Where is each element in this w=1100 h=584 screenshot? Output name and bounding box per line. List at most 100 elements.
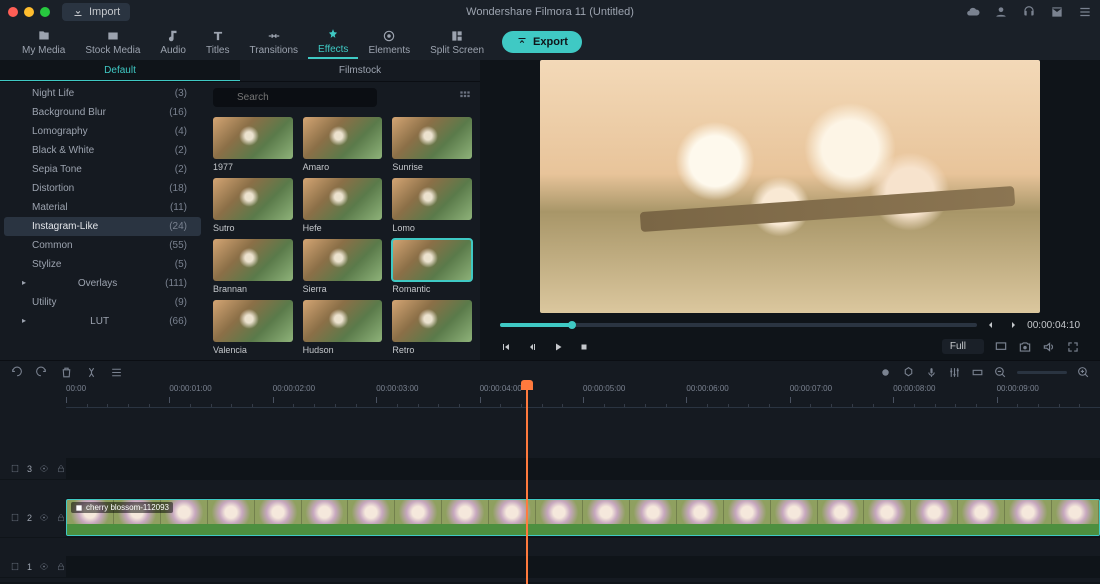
- effect-valencia[interactable]: Valencia: [213, 300, 293, 355]
- mic-icon[interactable]: [925, 366, 938, 379]
- tab-elements[interactable]: Elements: [358, 27, 420, 58]
- category-material[interactable]: Material(11): [4, 198, 201, 217]
- effect-sunrise[interactable]: Sunrise: [392, 117, 472, 172]
- timecode: 00:00:04:10: [1027, 320, 1080, 331]
- tab-titles[interactable]: Titles: [196, 27, 240, 58]
- cloud-icon[interactable]: [966, 5, 980, 19]
- eye-icon[interactable]: [39, 561, 49, 572]
- play-button[interactable]: [552, 341, 564, 353]
- category-common[interactable]: Common(55): [4, 236, 201, 255]
- preview-video[interactable]: [540, 60, 1040, 313]
- playhead[interactable]: [526, 384, 528, 584]
- effects-panel: Default Filmstock Night Life(3)Backgroun…: [0, 60, 480, 360]
- category-black-&-white[interactable]: Black & White(2): [4, 141, 201, 160]
- list-icon[interactable]: [110, 366, 123, 379]
- ruler-tick: 00:00:05:00: [583, 384, 625, 393]
- tab-my-media[interactable]: My Media: [12, 27, 75, 58]
- ruler-tick: 00:00: [66, 384, 86, 393]
- stop-button[interactable]: [578, 341, 590, 353]
- window-title: Wondershare Filmora 11 (Untitled): [466, 6, 634, 18]
- render-icon[interactable]: [971, 366, 984, 379]
- volume-icon[interactable]: [1042, 340, 1056, 354]
- category-lut[interactable]: LUT(66): [4, 312, 201, 331]
- snapshot-icon[interactable]: [1018, 340, 1032, 354]
- category-background-blur[interactable]: Background Blur(16): [4, 103, 201, 122]
- marker-icon[interactable]: [902, 366, 915, 379]
- export-button[interactable]: Export: [502, 31, 582, 53]
- fullscreen-icon[interactable]: [1066, 340, 1080, 354]
- tab-effects[interactable]: Effects: [308, 26, 358, 59]
- sub-tab-default[interactable]: Default: [0, 60, 240, 81]
- effects-grid[interactable]: 1977AmaroSunrise SutroHefeLomo BrannanSier…: [205, 113, 480, 360]
- ruler-tick: 00:00:07:00: [790, 384, 832, 393]
- category-instagram-like[interactable]: Instagram-Like(24): [4, 217, 201, 236]
- delete-icon[interactable]: [60, 366, 73, 379]
- category-night-life[interactable]: Night Life(3): [4, 84, 201, 103]
- effect-sierra[interactable]: Sierra: [303, 239, 383, 294]
- tab-audio[interactable]: Audio: [150, 27, 196, 58]
- track-2[interactable]: 2 cherry blossom-112093: [0, 498, 1100, 538]
- effect-1977[interactable]: 1977: [213, 117, 293, 172]
- zoom-in-icon[interactable]: [1077, 366, 1090, 379]
- eye-icon[interactable]: [39, 463, 49, 474]
- headset-icon[interactable]: [1022, 5, 1036, 19]
- lock-icon[interactable]: [56, 463, 66, 474]
- eye-icon[interactable]: [39, 512, 49, 523]
- track-3[interactable]: 3: [0, 458, 1100, 480]
- effect-romantic[interactable]: Romantic: [392, 239, 472, 294]
- tab-stock-media[interactable]: Stock Media: [75, 27, 150, 58]
- quality-select[interactable]: Full: [942, 339, 984, 354]
- import-button[interactable]: Import: [62, 3, 130, 21]
- effect-lomo[interactable]: Lomo: [392, 178, 472, 233]
- effect-hefe[interactable]: Hefe: [303, 178, 383, 233]
- record-icon[interactable]: [879, 366, 892, 379]
- category-overlays[interactable]: Overlays(111): [4, 274, 201, 293]
- track-1[interactable]: 1: [0, 556, 1100, 578]
- zoom-slider[interactable]: [1017, 371, 1067, 374]
- category-stylize[interactable]: Stylize(5): [4, 255, 201, 274]
- prev-button[interactable]: [500, 341, 512, 353]
- timeline-ruler[interactable]: 00:0000:00:01:0000:00:02:0000:00:03:0000…: [0, 384, 1100, 408]
- search-input[interactable]: [213, 88, 377, 107]
- lock-icon[interactable]: [56, 561, 66, 572]
- preview-panel: 00:00:04:10 Full: [480, 60, 1100, 360]
- undo-icon[interactable]: [10, 366, 23, 379]
- split-icon[interactable]: [85, 366, 98, 379]
- next-frame-icon[interactable]: [1007, 319, 1019, 331]
- category-lomography[interactable]: Lomography(4): [4, 122, 201, 141]
- mail-icon[interactable]: [1050, 5, 1064, 19]
- effect-retro[interactable]: Retro: [392, 300, 472, 355]
- minimize-window-button[interactable]: [24, 7, 34, 17]
- redo-icon[interactable]: [35, 366, 48, 379]
- prev-frame-icon[interactable]: [985, 319, 997, 331]
- video-clip[interactable]: cherry blossom-112093: [66, 499, 1100, 536]
- tab-split-screen[interactable]: Split Screen: [420, 27, 494, 58]
- category-list[interactable]: Night Life(3)Background Blur(16)Lomograp…: [0, 82, 205, 360]
- category-distortion[interactable]: Distortion(18): [4, 179, 201, 198]
- film-icon: [10, 561, 20, 572]
- import-label: Import: [89, 6, 120, 18]
- effect-sutro[interactable]: Sutro: [213, 178, 293, 233]
- sub-tab-filmstock[interactable]: Filmstock: [240, 60, 480, 81]
- category-sepia-tone[interactable]: Sepia Tone(2): [4, 160, 201, 179]
- display-icon[interactable]: [994, 340, 1008, 354]
- audio-waveform: [67, 524, 1099, 535]
- zoom-out-icon[interactable]: [994, 366, 1007, 379]
- mixer-icon[interactable]: [948, 366, 961, 379]
- account-icon[interactable]: [994, 5, 1008, 19]
- category-utility[interactable]: Utility(9): [4, 293, 201, 312]
- timeline[interactable]: 00:0000:00:01:0000:00:02:0000:00:03:0000…: [0, 384, 1100, 582]
- effect-amaro[interactable]: Amaro: [303, 117, 383, 172]
- effect-brannan[interactable]: Brannan: [213, 239, 293, 294]
- seek-bar[interactable]: [500, 323, 977, 327]
- lock-icon[interactable]: [56, 512, 66, 523]
- tab-transitions[interactable]: Transitions: [240, 27, 309, 58]
- window-controls: [8, 7, 50, 17]
- step-back-button[interactable]: [526, 341, 538, 353]
- maximize-window-button[interactable]: [40, 7, 50, 17]
- effect-hudson[interactable]: Hudson: [303, 300, 383, 355]
- menu-icon[interactable]: [1078, 5, 1092, 19]
- seek-handle[interactable]: [568, 321, 576, 329]
- close-window-button[interactable]: [8, 7, 18, 17]
- grid-view-icon[interactable]: [458, 89, 472, 106]
